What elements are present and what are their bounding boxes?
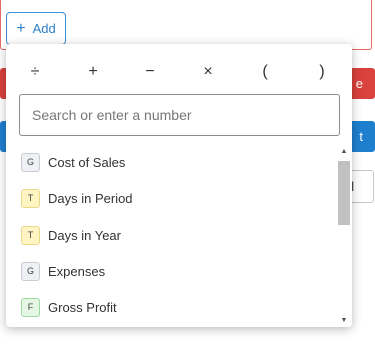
open-paren-operator[interactable]: ( — [252, 60, 278, 84]
search-input[interactable] — [19, 94, 340, 136]
plus-icon: + — [16, 19, 26, 37]
formula-popup: ÷ + − × ( ) G Cost of Sales T Days in Pe… — [6, 44, 352, 327]
multiply-operator[interactable]: × — [195, 60, 221, 84]
item-list: G Cost of Sales T Days in Period T Days … — [6, 144, 352, 327]
list-item[interactable]: T Days in Period — [6, 180, 336, 216]
list-item[interactable]: G Expenses — [6, 253, 336, 289]
scrollbar-thumb[interactable] — [338, 161, 350, 225]
scroll-up-icon[interactable]: ▲ — [336, 144, 352, 158]
item-type-badge: T — [21, 188, 40, 208]
divide-operator[interactable]: ÷ — [22, 60, 48, 84]
list-item[interactable]: F Gross Profit — [6, 289, 336, 325]
item-label: Cost of Sales — [48, 154, 126, 170]
list-item[interactable]: G Cost of Sales — [6, 144, 336, 180]
item-type-badge: G — [21, 152, 40, 172]
item-label: Days in Period — [48, 190, 133, 206]
scrollbar[interactable]: ▲ ▼ — [336, 144, 352, 327]
item-type-badge: F — [21, 297, 40, 317]
item-type-badge: G — [21, 261, 40, 281]
add-button[interactable]: + Add — [6, 12, 66, 45]
scroll-down-icon[interactable]: ▼ — [336, 313, 352, 327]
item-type-badge: T — [21, 225, 40, 245]
background-blue-button-label: t — [359, 129, 363, 144]
minus-operator[interactable]: − — [137, 60, 163, 84]
add-button-label: Add — [32, 21, 56, 36]
plus-operator[interactable]: + — [80, 60, 106, 84]
background-red-button-label: e — [355, 76, 363, 91]
item-label: Days in Year — [48, 227, 121, 243]
operator-bar: ÷ + − × ( ) — [6, 60, 352, 84]
list-item[interactable]: T Days in Year — [6, 217, 336, 253]
item-label: Gross Profit — [48, 299, 117, 315]
close-paren-operator[interactable]: ) — [309, 60, 335, 84]
item-label: Expenses — [48, 263, 106, 279]
